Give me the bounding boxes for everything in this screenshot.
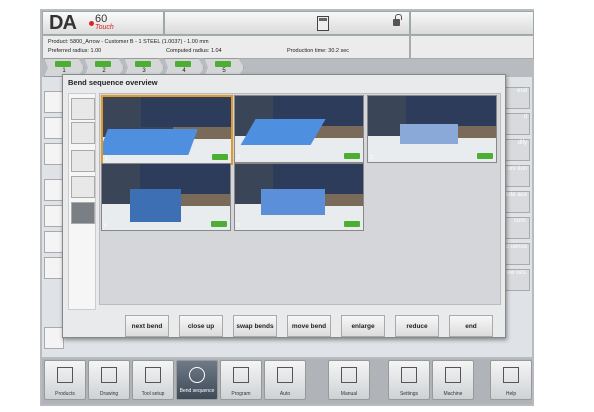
bend-thumbnail-4[interactable]: 4 [101, 163, 231, 231]
nav-settings[interactable]: Settings [388, 360, 430, 400]
end-button[interactable]: end [449, 315, 493, 337]
view-zoom-icon[interactable] [44, 231, 64, 253]
zoom-fit-icon[interactable] [71, 202, 95, 224]
view-tool-icon[interactable] [44, 205, 64, 227]
nav-tool-setup[interactable]: Tool setup [132, 360, 174, 400]
bend-thumbnail-3[interactable]: 3 [367, 95, 497, 163]
play-icon [277, 367, 293, 383]
dialog-action-bar: next bend close up swap bends move bend … [121, 315, 499, 337]
folder-icon [57, 367, 73, 383]
dialog-title: Bend sequence overview [68, 78, 158, 87]
move-bend-button[interactable]: move bend [287, 315, 331, 337]
bend-type-icon [344, 221, 360, 227]
nav-program[interactable]: Program [220, 360, 262, 400]
bend-thumbnail-5[interactable]: 5 [234, 163, 364, 231]
view-down-icon[interactable] [44, 179, 64, 201]
drawing-icon [101, 367, 117, 383]
reduce-button[interactable]: reduce [395, 315, 439, 337]
bend-type-icon [211, 221, 227, 227]
header-center-panel [164, 11, 410, 35]
backgauge-icon[interactable] [71, 176, 95, 198]
bend-type-icon [344, 153, 360, 159]
bend-step-icon [55, 61, 71, 67]
header-right-panel [410, 11, 534, 35]
3d-view-icon[interactable] [71, 122, 95, 144]
swap-bends-button[interactable]: swap bends [233, 315, 277, 337]
view-left-icon[interactable] [44, 117, 64, 139]
tool-setup-icon [145, 367, 161, 383]
calculator-icon[interactable] [317, 16, 329, 31]
machine-screen: DA 60 Touch Product: 5800_Arrow - Custom… [40, 9, 534, 406]
bend-up-icon[interactable] [71, 98, 95, 120]
dialog-view-toolbar [68, 93, 96, 310]
hand-icon [341, 367, 357, 383]
enlarge-button[interactable]: enlarge [341, 315, 385, 337]
bend-type-icon [477, 153, 493, 159]
view-at-icon[interactable] [44, 257, 64, 279]
next-bend-button[interactable]: next bend [125, 315, 169, 337]
product-line: Product: 5800_Arrow - Customer B - 1 STE… [48, 39, 209, 45]
logo-dot [89, 21, 94, 26]
rotate-icon[interactable] [44, 327, 64, 349]
bend-sequence-icon [189, 367, 205, 383]
bend-thumbnail-2[interactable]: 2 [234, 95, 364, 163]
nav-bend-sequence[interactable]: Bend sequence [176, 360, 218, 400]
settings-list-icon [401, 367, 417, 383]
production-time: Production time: 30.2 sec [287, 48, 350, 54]
preferred-radius: Preferred radius: 1.00 [48, 48, 102, 54]
unlock-icon[interactable] [393, 14, 402, 26]
close-up-button[interactable]: close up [179, 315, 223, 337]
nav-drawing[interactable]: Drawing [88, 360, 130, 400]
bottom-nav-bar: Products Drawing Tool setup Bend sequenc… [42, 359, 532, 404]
nav-machine[interactable]: Machine [432, 360, 474, 400]
nav-products[interactable]: Products [44, 360, 86, 400]
bend-type-icon [212, 154, 228, 160]
bend-thumbnail-1[interactable]: 1 [101, 95, 233, 165]
bend-step-icon [95, 61, 111, 67]
computed-radius: Computed radius: 1.04 [166, 48, 222, 54]
nav-help[interactable]: Help [490, 360, 532, 400]
program-icon [233, 367, 249, 383]
bend-step-icon [135, 61, 151, 67]
info-right-panel [410, 35, 534, 59]
bend-sequence-overview-dialog: Bend sequence overview 1 2 3 4 5 next be… [62, 74, 506, 338]
bend-step-icon [215, 61, 231, 67]
view-3d-icon[interactable] [44, 143, 64, 165]
view-bracket-icon[interactable] [44, 91, 64, 113]
nav-auto[interactable]: Auto [264, 360, 306, 400]
help-icon [503, 367, 519, 383]
bend-thumbnails-grid: 1 2 3 4 5 [99, 93, 501, 305]
machine-icon [445, 367, 461, 383]
bend-down-icon[interactable] [71, 150, 95, 172]
nav-manual[interactable]: Manual [328, 360, 370, 400]
product-info-panel: Product: 5800_Arrow - Customer B - 1 STE… [42, 35, 410, 59]
bend-step-icon [175, 61, 191, 67]
logo-touch-text: Touch [95, 24, 114, 31]
logo-da-text: DA [49, 12, 77, 34]
da60-logo: DA 60 Touch [42, 11, 164, 35]
